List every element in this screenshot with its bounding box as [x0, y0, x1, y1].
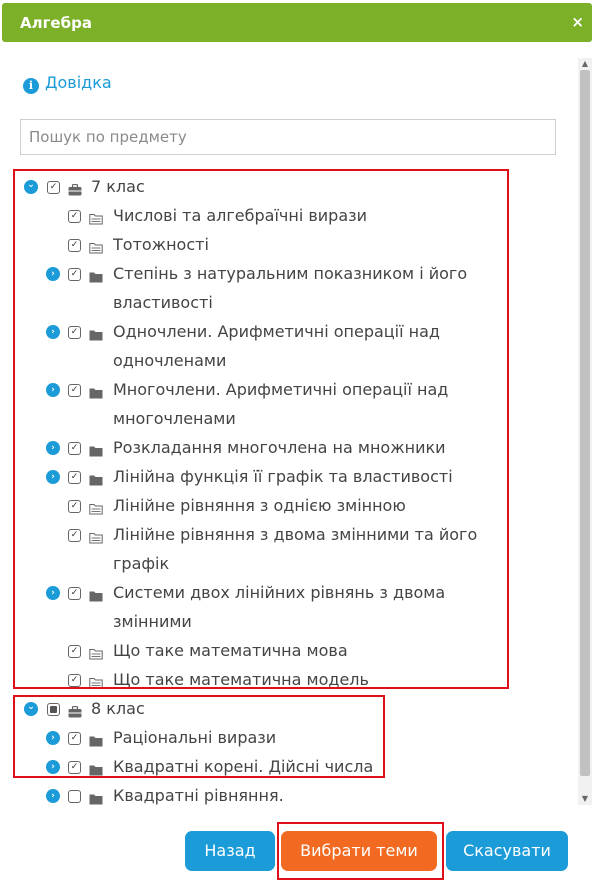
scrollbar[interactable]: ▲ ▼	[578, 58, 592, 805]
folder-icon	[89, 790, 103, 805]
expand-icon[interactable]: ›	[46, 789, 60, 803]
highlight-box-select	[277, 822, 444, 880]
scroll-down-icon[interactable]: ▼	[578, 793, 592, 805]
scrollbar-thumb[interactable]	[580, 70, 590, 776]
cancel-button[interactable]: Скасувати	[446, 831, 568, 871]
back-button[interactable]: Назад	[185, 831, 275, 871]
topic-label[interactable]: Квадратні рівняння.	[113, 781, 284, 810]
topic-checkbox[interactable]	[68, 790, 81, 803]
scroll-up-icon[interactable]: ▲	[578, 58, 592, 70]
highlight-box-grade7	[13, 169, 509, 689]
highlight-box-grade8	[13, 695, 385, 778]
